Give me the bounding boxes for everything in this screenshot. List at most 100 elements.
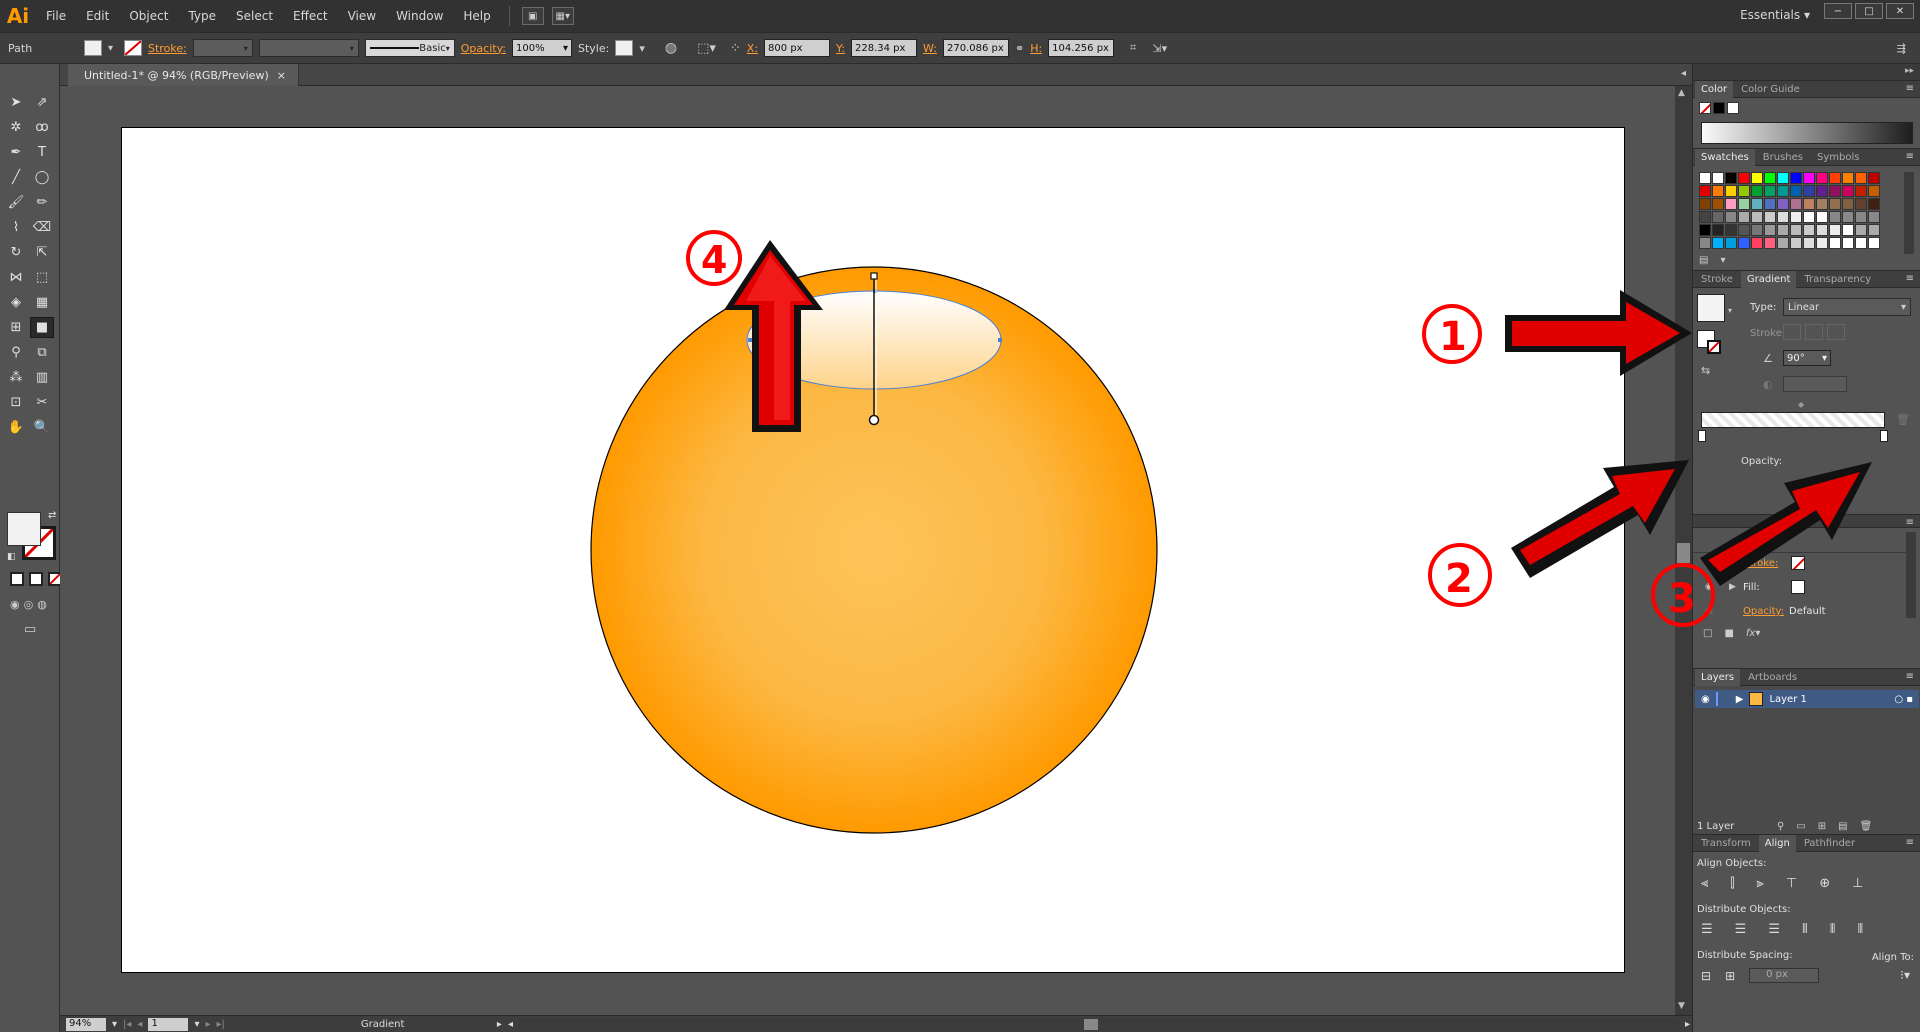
- tab-color-guide[interactable]: Color Guide: [1735, 81, 1806, 98]
- tab-swatches[interactable]: Swatches: [1695, 148, 1755, 166]
- align-right-icon[interactable]: ⫸: [1757, 876, 1764, 891]
- draw-behind-icon[interactable]: ◎: [24, 598, 34, 611]
- swatch[interactable]: [1764, 185, 1776, 197]
- hscroll-left-icon[interactable]: ◂: [508, 1019, 513, 1030]
- vertical-scrollbar[interactable]: ▲ ▼: [1675, 86, 1692, 1015]
- align-to-dropdown-icon[interactable]: ⁝▾: [1900, 968, 1910, 982]
- swatch[interactable]: [1855, 172, 1867, 184]
- swatch[interactable]: [1725, 224, 1737, 236]
- fill-color-box[interactable]: [7, 512, 41, 546]
- width-tool-icon[interactable]: ⋈: [4, 267, 28, 288]
- distribute-hspace-icon[interactable]: ⊞: [1725, 969, 1735, 983]
- distribute-right-icon[interactable]: ⦀: [1857, 922, 1863, 937]
- close-tab-icon[interactable]: ×: [277, 69, 286, 82]
- align-to-icon[interactable]: ⬚▾: [697, 41, 716, 56]
- swatch[interactable]: [1803, 224, 1815, 236]
- bridge-button[interactable]: ▣: [521, 7, 544, 25]
- distribute-top-icon[interactable]: ☰: [1701, 922, 1713, 937]
- menu-type[interactable]: Type: [178, 0, 226, 32]
- symbol-sprayer-tool-icon[interactable]: ⁂: [4, 367, 28, 388]
- swatch[interactable]: [1764, 237, 1776, 249]
- swatch[interactable]: [1699, 198, 1711, 210]
- fill-dropdown-icon[interactable]: ▾: [108, 39, 118, 57]
- scroll-thumb[interactable]: [1677, 543, 1690, 563]
- align-hcenter-icon[interactable]: ⫿: [1730, 876, 1734, 891]
- swatch[interactable]: [1868, 172, 1880, 184]
- magic-wand-tool-icon[interactable]: ✲: [4, 117, 28, 138]
- panel-menu-icon[interactable]: ≡: [1906, 151, 1914, 162]
- align-vcenter-icon[interactable]: ⊕: [1819, 876, 1830, 891]
- menu-window[interactable]: Window: [386, 0, 453, 32]
- draw-normal-icon[interactable]: ◉: [10, 598, 20, 611]
- column-graph-tool-icon[interactable]: ▥: [30, 367, 54, 388]
- canvas-area[interactable]: 4: [60, 86, 1675, 1015]
- swatch[interactable]: [1868, 185, 1880, 197]
- swatch[interactable]: [1777, 224, 1789, 236]
- swatch[interactable]: [1829, 185, 1841, 197]
- opacity-field[interactable]: 100% ▾: [511, 39, 572, 57]
- appearance-scrollbar[interactable]: [1906, 532, 1916, 618]
- link-proportions-icon[interactable]: ⚭: [1015, 42, 1024, 55]
- menu-view[interactable]: View: [338, 0, 386, 32]
- stroke-within-button[interactable]: [1783, 324, 1801, 340]
- swatch[interactable]: [1751, 224, 1763, 236]
- distribute-vcenter-icon[interactable]: ☰: [1735, 922, 1747, 937]
- menu-effect[interactable]: Effect: [283, 0, 338, 32]
- anchor-point[interactable]: [998, 338, 1002, 342]
- menu-select[interactable]: Select: [226, 0, 283, 32]
- swatch[interactable]: [1790, 172, 1802, 184]
- horizontal-scrollbar[interactable]: [518, 1017, 1679, 1031]
- swatch[interactable]: [1855, 185, 1867, 197]
- layer-target-icon[interactable]: ○ ▪: [1894, 694, 1913, 705]
- pen-tool-icon[interactable]: ✒: [4, 142, 28, 163]
- swatch[interactable]: [1725, 211, 1737, 223]
- swatch-scrollbar[interactable]: [1904, 172, 1914, 254]
- mesh-tool-icon[interactable]: ⊞: [4, 317, 28, 338]
- minimize-button[interactable]: −: [1824, 3, 1852, 19]
- variable-width-dropdown[interactable]: ▾: [258, 39, 359, 57]
- swatch[interactable]: [1868, 224, 1880, 236]
- swatch[interactable]: [1803, 198, 1815, 210]
- artboard-dropdown-icon[interactable]: ▾: [194, 1019, 199, 1030]
- swatch[interactable]: [1751, 198, 1763, 210]
- blend-tool-icon[interactable]: ⧉: [30, 342, 54, 363]
- gradient-stroke-swatch[interactable]: [1707, 340, 1721, 354]
- scroll-down-icon[interactable]: ▼: [1678, 1001, 1685, 1011]
- perspective-grid-tool-icon[interactable]: ▦: [30, 292, 54, 313]
- tab-pathfinder[interactable]: Pathfinder: [1798, 835, 1861, 852]
- swatch[interactable]: [1790, 198, 1802, 210]
- new-layer-icon[interactable]: ▤: [1838, 821, 1847, 832]
- artboard-number-field[interactable]: 1: [148, 1017, 189, 1031]
- tab-transform[interactable]: Transform: [1695, 835, 1757, 852]
- hscroll-right-icon[interactable]: ▸: [1685, 1019, 1690, 1030]
- color-white-swatch[interactable]: [1727, 102, 1739, 114]
- opacity-label[interactable]: Opacity:: [461, 42, 506, 55]
- draw-inside-icon[interactable]: ◍: [37, 598, 47, 611]
- add-fill-icon[interactable]: ■: [1724, 628, 1733, 639]
- swatch[interactable]: [1725, 198, 1737, 210]
- eraser-tool-icon[interactable]: ⌫: [30, 217, 54, 238]
- distribute-vspace-icon[interactable]: ⊟: [1701, 969, 1711, 983]
- swatch[interactable]: [1751, 237, 1763, 249]
- lasso-tool-icon[interactable]: ꝏ: [30, 117, 54, 138]
- swatch[interactable]: [1790, 211, 1802, 223]
- h-field[interactable]: 104.256 px: [1048, 39, 1115, 57]
- swatch[interactable]: [1829, 172, 1841, 184]
- tab-artboards[interactable]: Artboards: [1742, 669, 1803, 686]
- recolor-icon[interactable]: ◍: [665, 40, 677, 56]
- swatch[interactable]: [1829, 237, 1841, 249]
- maximize-button[interactable]: □: [1855, 3, 1883, 19]
- swatch[interactable]: [1868, 198, 1880, 210]
- visibility-eye-icon[interactable]: ◉: [1705, 606, 1713, 616]
- x-field[interactable]: 800 px: [764, 39, 831, 57]
- anchor-point[interactable]: [748, 338, 752, 342]
- zoom-field[interactable]: 94%: [66, 1017, 106, 1031]
- tab-stroke[interactable]: Stroke: [1695, 271, 1739, 288]
- expand-layer-icon[interactable]: ▶: [1736, 694, 1744, 705]
- swatch[interactable]: [1777, 198, 1789, 210]
- color-button[interactable]: [10, 572, 24, 586]
- expand-fill-icon[interactable]: ▶: [1729, 582, 1736, 592]
- swatch[interactable]: [1725, 237, 1737, 249]
- swatch[interactable]: [1816, 185, 1828, 197]
- document-tab[interactable]: Untitled-1* @ 94% (RGB/Preview) ×: [68, 64, 299, 86]
